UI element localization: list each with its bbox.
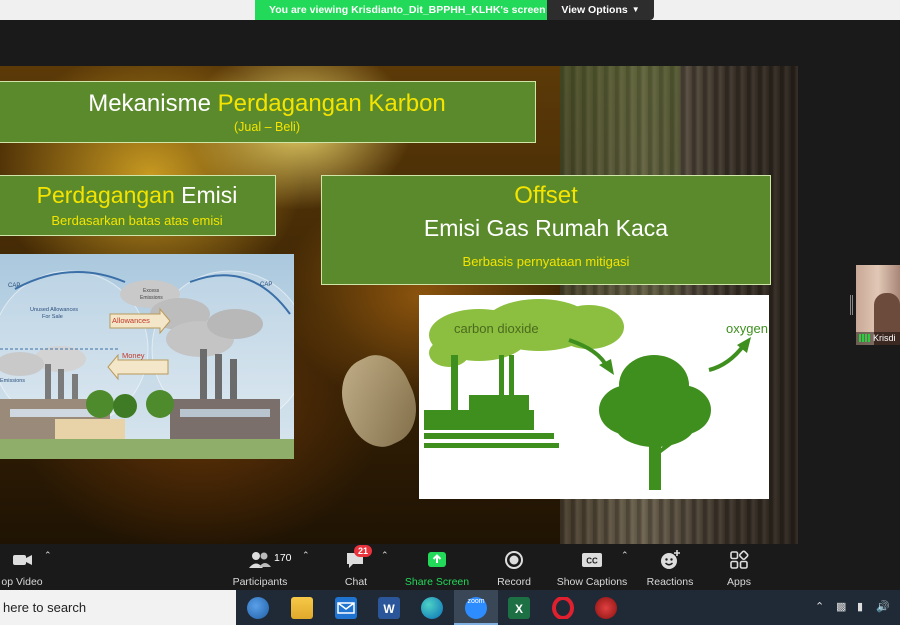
record-icon — [505, 551, 523, 569]
file-explorer-icon[interactable] — [291, 597, 313, 619]
cap-and-trade-illustration: CAP CAP Unused Allowances For Sale Exces… — [0, 254, 294, 459]
participant-name: Krisdi — [873, 333, 896, 343]
screen-share-banner: You are viewing Krisdianto_Dit_BPPHH_KLH… — [255, 0, 654, 20]
offset-title: Offset — [514, 182, 578, 209]
edge-browser-icon[interactable] — [421, 597, 443, 619]
volume-icon[interactable]: 🔊 — [876, 600, 890, 613]
record-button[interactable]: Record — [496, 548, 532, 588]
tree-icon — [599, 355, 711, 490]
slide-title: Mekanisme Perdagangan Karbon — [0, 90, 535, 118]
chat-button[interactable]: 21 Chat — [340, 545, 373, 588]
emissions-text: Emissions — [0, 378, 25, 384]
title-white-text: Mekanisme — [88, 90, 218, 117]
meeting-toolbar: op Video ⌃ 170 Participants ⌃ 21 Chat ⌃ — [0, 544, 900, 590]
cap-left-text: CAP — [8, 283, 20, 289]
participants-count: 170 — [274, 552, 292, 564]
share-screen-label: Share Screen — [404, 576, 470, 588]
participants-options-caret-icon[interactable]: ⌃ — [302, 550, 310, 561]
unused-allowances-text: Unused Allowances — [30, 307, 78, 313]
cap-right-text: CAP — [260, 282, 272, 288]
chevron-down-icon: ▼ — [631, 5, 640, 14]
offset-subtitle: Berbasis pernyataan mitigasi — [462, 254, 630, 269]
video-camera-icon — [13, 555, 32, 565]
svg-text:W: W — [383, 602, 395, 616]
stop-video-button[interactable]: op Video — [0, 548, 44, 588]
taskbar-search-box[interactable]: here to search — [0, 590, 236, 625]
participant-video-thumbnail[interactable]: Krisdi — [856, 265, 900, 345]
carbon-dioxide-text: carbon dioxide — [454, 321, 539, 336]
network-icon[interactable]: ▩ — [836, 600, 846, 613]
participants-button[interactable]: 170 Participants — [230, 548, 292, 588]
share-screen-icon — [428, 552, 446, 567]
windows-taskbar: here to search W zoom X ⌃ ▩ ▮ 🔊 — [0, 590, 900, 625]
dry-leaf-decoration — [328, 345, 430, 457]
video-options-caret-icon[interactable]: ⌃ — [44, 550, 52, 561]
emission-trading-box: Perdagangan Emisi Berdasarkan batas atas… — [0, 175, 276, 236]
game-app-icon[interactable] — [595, 597, 617, 619]
stop-video-label: op Video — [1, 576, 43, 588]
chat-unread-badge: 21 — [354, 545, 373, 557]
emissions-small-text: Emissions — [140, 295, 163, 301]
apps-button[interactable]: Apps — [722, 548, 756, 588]
view-options-button[interactable]: View Options ▼ — [547, 0, 654, 20]
cap-and-trade-svg: CAP CAP Unused Allowances For Sale Exces… — [0, 270, 294, 459]
tray-expand-icon[interactable]: ⌃ — [815, 600, 824, 613]
excel-app-icon[interactable]: X — [508, 597, 530, 619]
excess-text: Excess — [143, 288, 160, 294]
view-options-label: View Options — [561, 4, 628, 16]
for-sale-text: For Sale — [42, 314, 63, 320]
svg-text:X: X — [515, 602, 523, 616]
show-captions-button[interactable]: CC Show Captions — [555, 548, 629, 588]
chat-options-caret-icon[interactable]: ⌃ — [381, 550, 389, 561]
zoom-app-label: zoom — [467, 598, 485, 605]
shared-slide: Mekanisme Perdagangan Karbon (Jual – Bel… — [0, 66, 798, 544]
apps-grid-icon — [730, 550, 749, 569]
viewing-screen-label: You are viewing Krisdianto_Dit_BPPHH_KLH… — [255, 0, 547, 20]
money-text: Money — [122, 351, 145, 360]
opera-app-icon[interactable] — [552, 596, 574, 620]
left-yellow-text: Perdagangan — [36, 182, 182, 208]
zoom-meeting-screen: You are viewing Krisdianto_Dit_BPPHH_KLH… — [0, 0, 900, 625]
slide-title-box: Mekanisme Perdagangan Karbon (Jual – Bel… — [0, 81, 536, 143]
participants-label: Participants — [232, 576, 288, 588]
title-yellow-text: Perdagangan Karbon — [217, 90, 446, 117]
oxygen-text: oxygen — [726, 321, 768, 336]
battery-icon[interactable]: ▮ — [857, 600, 863, 613]
show-captions-label: Show Captions — [556, 576, 628, 588]
mail-app-icon[interactable] — [335, 597, 357, 619]
left-white-text: Emisi — [181, 182, 238, 208]
share-screen-button[interactable]: Share Screen — [404, 548, 470, 588]
captions-options-caret-icon[interactable]: ⌃ — [621, 550, 629, 561]
signal-strength-icon — [859, 334, 871, 342]
apps-label: Apps — [727, 576, 751, 588]
closed-captions-icon: CC — [582, 553, 602, 567]
carbon-offset-illustration: carbon dioxide oxygen — [419, 295, 769, 499]
participant-name-tag: Krisdi — [856, 332, 900, 345]
word-app-icon[interactable]: W — [378, 597, 400, 619]
offset-heading: Emisi Gas Rumah Kaca — [423, 215, 669, 241]
panel-resize-handle[interactable] — [850, 295, 853, 315]
zoom-taskbar-button[interactable]: zoom — [454, 590, 498, 625]
svg-text:CC: CC — [586, 557, 598, 566]
emission-trading-title: Perdagangan Emisi — [0, 181, 275, 209]
record-label: Record — [497, 576, 531, 588]
reactions-button[interactable]: Reactions — [645, 548, 695, 588]
top-dark-area — [0, 20, 900, 66]
participants-icon — [249, 552, 271, 568]
offset-box: Offset Emisi Gas Rumah Kaca Berbasis per… — [321, 175, 771, 285]
factory-icon — [424, 355, 559, 448]
edge-app-icon[interactable] — [247, 597, 269, 619]
carbon-offset-svg: carbon dioxide oxygen — [424, 299, 768, 490]
chat-label: Chat — [344, 576, 368, 588]
allowances-text: Allowances — [112, 316, 150, 325]
slide-subtitle: (Jual – Beli) — [234, 120, 300, 134]
smiley-plus-icon — [661, 550, 680, 569]
reactions-label: Reactions — [646, 576, 694, 588]
emission-trading-subtitle: Berdasarkan batas atas emisi — [51, 213, 223, 228]
